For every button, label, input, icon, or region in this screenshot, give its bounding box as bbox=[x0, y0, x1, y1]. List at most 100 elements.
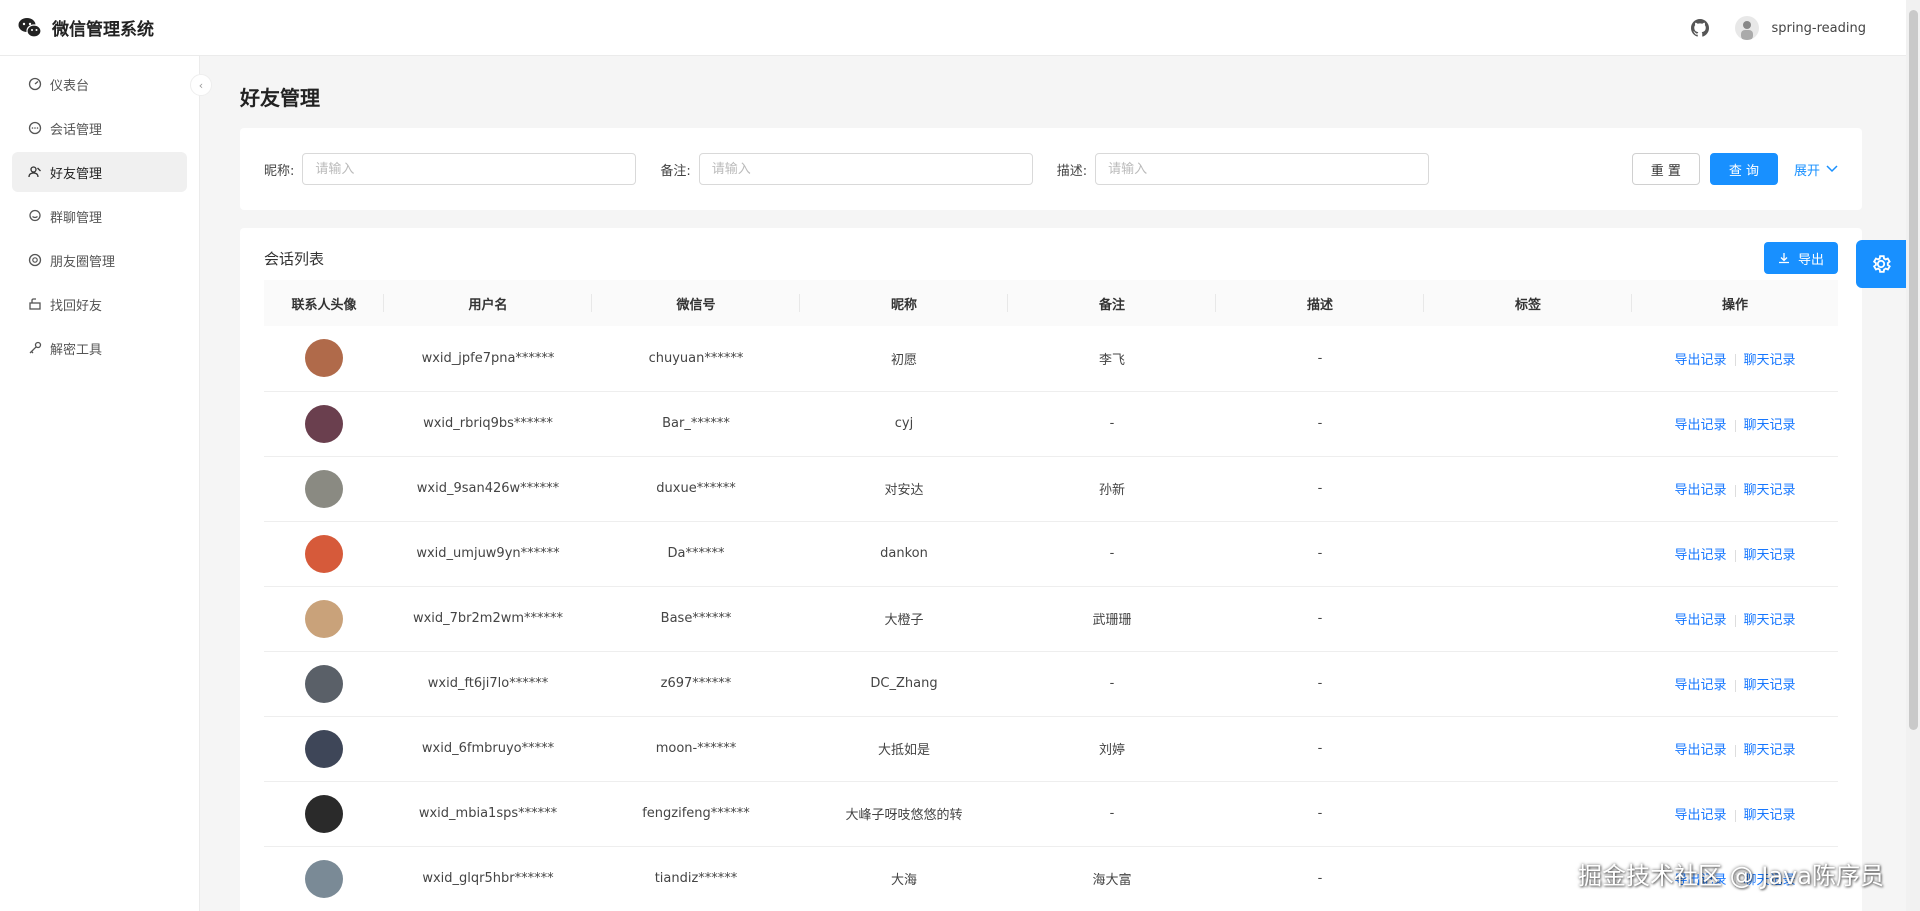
remark-cell: 孙新 bbox=[1008, 456, 1216, 522]
sidebar-item-moments[interactable]: 朋友圈管理 bbox=[12, 240, 187, 280]
top-bar: 微信管理系统 spring-reading bbox=[0, 0, 1920, 56]
avatar-cell bbox=[264, 716, 384, 782]
query-button[interactable]: 查 询 bbox=[1709, 153, 1778, 185]
username-cell: wxid_9san426w****** bbox=[384, 456, 592, 522]
chat-record-link[interactable]: 聊天记录 bbox=[1744, 353, 1796, 368]
export-record-link[interactable]: 导出记录 bbox=[1674, 743, 1726, 758]
sidebar-item-recover[interactable]: 找回好友 bbox=[12, 284, 187, 324]
export-record-link[interactable]: 导出记录 bbox=[1674, 678, 1726, 693]
username-cell: wxid_ft6ji7lo****** bbox=[384, 651, 592, 717]
chat-record-link[interactable]: 聊天记录 bbox=[1744, 548, 1796, 563]
sidebar-item-label: 朋友圈管理 bbox=[50, 254, 116, 270]
tag-cell bbox=[1424, 781, 1632, 847]
wechat-cell: Base****** bbox=[592, 586, 800, 652]
export-record-link[interactable]: 导出记录 bbox=[1674, 613, 1726, 628]
sidebar-item-group-chat[interactable]: 群聊管理 bbox=[12, 196, 187, 236]
github-icon[interactable] bbox=[1691, 19, 1710, 37]
operation-cell: 导出记录 聊天记录 bbox=[1632, 326, 1838, 392]
username-cell: wxid_6fmbruyo***** bbox=[384, 716, 592, 782]
desc-input[interactable] bbox=[1095, 153, 1430, 185]
tag-cell bbox=[1424, 521, 1632, 587]
chat-record-link[interactable]: 聊天记录 bbox=[1744, 678, 1796, 693]
nickname-input[interactable] bbox=[302, 153, 637, 185]
table-row: wxid_9san426w****** duxue****** 对安达 孙新 -… bbox=[264, 456, 1838, 522]
sidebar-item-chat[interactable]: 会话管理 bbox=[12, 108, 187, 148]
app-title: 微信管理系统 bbox=[52, 20, 154, 40]
table-header-row: 联系人头像 用户名 微信号 昵称 备注 描述 标签 操作 bbox=[264, 280, 1838, 326]
wechat-cell: Da****** bbox=[592, 521, 800, 587]
export-record-link[interactable]: 导出记录 bbox=[1674, 808, 1726, 823]
user-menu[interactable]: spring-reading bbox=[1735, 16, 1866, 40]
export-record-link[interactable]: 导出记录 bbox=[1674, 418, 1726, 433]
export-record-link[interactable]: 导出记录 bbox=[1674, 483, 1726, 498]
contacts-icon bbox=[28, 166, 41, 178]
chevron-left-icon: ‹ bbox=[198, 78, 204, 92]
desc-cell: - bbox=[1216, 326, 1424, 392]
nickname-cell: 大抵如是 bbox=[800, 716, 1008, 782]
contact-avatar bbox=[305, 469, 343, 508]
username-cell: wxid_mbia1sps****** bbox=[384, 781, 592, 847]
divider bbox=[1734, 484, 1736, 497]
table-row: wxid_ft6ji7lo****** z697****** DC_Zhang … bbox=[264, 651, 1838, 717]
sidebar-item-decrypt[interactable]: 解密工具 bbox=[12, 328, 187, 368]
chat-record-link[interactable]: 聊天记录 bbox=[1744, 613, 1796, 628]
remark-cell: 武珊珊 bbox=[1008, 586, 1216, 652]
page-scrollbar[interactable] bbox=[1906, 0, 1920, 911]
operation-cell: 导出记录 聊天记录 bbox=[1632, 651, 1838, 717]
nickname-cell: 大峰子呀吱悠悠的转 bbox=[800, 781, 1008, 847]
nickname-cell: 大海 bbox=[800, 846, 1008, 911]
avatar-cell bbox=[264, 846, 384, 911]
divider bbox=[1734, 679, 1736, 692]
app-logo[interactable]: 微信管理系统 bbox=[0, 15, 154, 40]
sidebar-item-label: 好友管理 bbox=[50, 166, 103, 182]
chat-record-link[interactable]: 聊天记录 bbox=[1744, 808, 1796, 823]
expand-toggle[interactable]: 展开 bbox=[1794, 160, 1838, 179]
nickname-cell: cyj bbox=[800, 391, 1008, 457]
settings-button[interactable] bbox=[1856, 240, 1906, 288]
divider bbox=[1734, 614, 1736, 627]
export-button[interactable]: 导出 bbox=[1763, 242, 1838, 274]
chat-record-link[interactable]: 聊天记录 bbox=[1744, 743, 1796, 758]
nickname-cell: 初愿 bbox=[800, 326, 1008, 392]
contact-avatar bbox=[305, 859, 343, 898]
remark-cell: - bbox=[1008, 521, 1216, 587]
sidebar-item-label: 仪表台 bbox=[50, 78, 90, 94]
export-record-link[interactable]: 导出记录 bbox=[1674, 353, 1726, 368]
list-card: 会话列表 导出 联系人头像 用户名 微信号 昵称 备注 描述 标签 操作 wxi… bbox=[240, 228, 1862, 911]
chat-icon bbox=[28, 121, 42, 135]
main-content: 好友管理 昵称: 备注: 描述: 重 置 查 询 展开 会话列表 导出 bbox=[200, 56, 1906, 911]
contact-avatar bbox=[305, 664, 343, 703]
sidebar-item-contacts[interactable]: 好友管理 bbox=[12, 152, 187, 192]
username: spring-reading bbox=[1771, 20, 1866, 36]
export-record-link[interactable]: 导出记录 bbox=[1674, 548, 1726, 563]
table-row: wxid_7br2m2wm****** Base****** 大橙子 武珊珊 -… bbox=[264, 586, 1838, 652]
desc-cell: - bbox=[1216, 521, 1424, 587]
desc-cell: - bbox=[1216, 846, 1424, 911]
reset-button[interactable]: 重 置 bbox=[1631, 153, 1700, 185]
scrollbar-thumb[interactable] bbox=[1909, 10, 1918, 730]
table-row: wxid_mbia1sps****** fengzifeng****** 大峰子… bbox=[264, 781, 1838, 847]
column-header: 昵称 bbox=[800, 280, 1008, 326]
chat-record-link[interactable]: 聊天记录 bbox=[1744, 483, 1796, 498]
avatar-cell bbox=[264, 326, 384, 392]
username-cell: wxid_umjuw9yn****** bbox=[384, 521, 592, 587]
chat-record-link[interactable]: 聊天记录 bbox=[1744, 418, 1796, 433]
sidebar-item-label: 找回好友 bbox=[50, 298, 103, 314]
divider bbox=[1734, 549, 1736, 562]
collapse-sidebar-button[interactable]: ‹ bbox=[190, 74, 212, 96]
operation-cell: 导出记录 聊天记录 bbox=[1632, 781, 1838, 847]
wechat-icon bbox=[18, 17, 42, 38]
operation-cell: 导出记录 聊天记录 bbox=[1632, 521, 1838, 587]
download-icon bbox=[1778, 253, 1789, 264]
desc-cell: - bbox=[1216, 651, 1424, 717]
operation-cell: 导出记录 聊天记录 bbox=[1632, 391, 1838, 457]
filter-panel: 昵称: 备注: 描述: 重 置 查 询 展开 bbox=[240, 128, 1862, 210]
column-header: 描述 bbox=[1216, 280, 1424, 326]
sidebar-item-dashboard[interactable]: 仪表台 bbox=[12, 64, 187, 104]
remark-input[interactable] bbox=[698, 153, 1033, 185]
avatar-cell bbox=[264, 781, 384, 847]
remark-cell: - bbox=[1008, 651, 1216, 717]
divider bbox=[1734, 354, 1736, 367]
remark-cell: 刘婷 bbox=[1008, 716, 1216, 782]
username-cell: wxid_rbriq9bs****** bbox=[384, 391, 592, 457]
